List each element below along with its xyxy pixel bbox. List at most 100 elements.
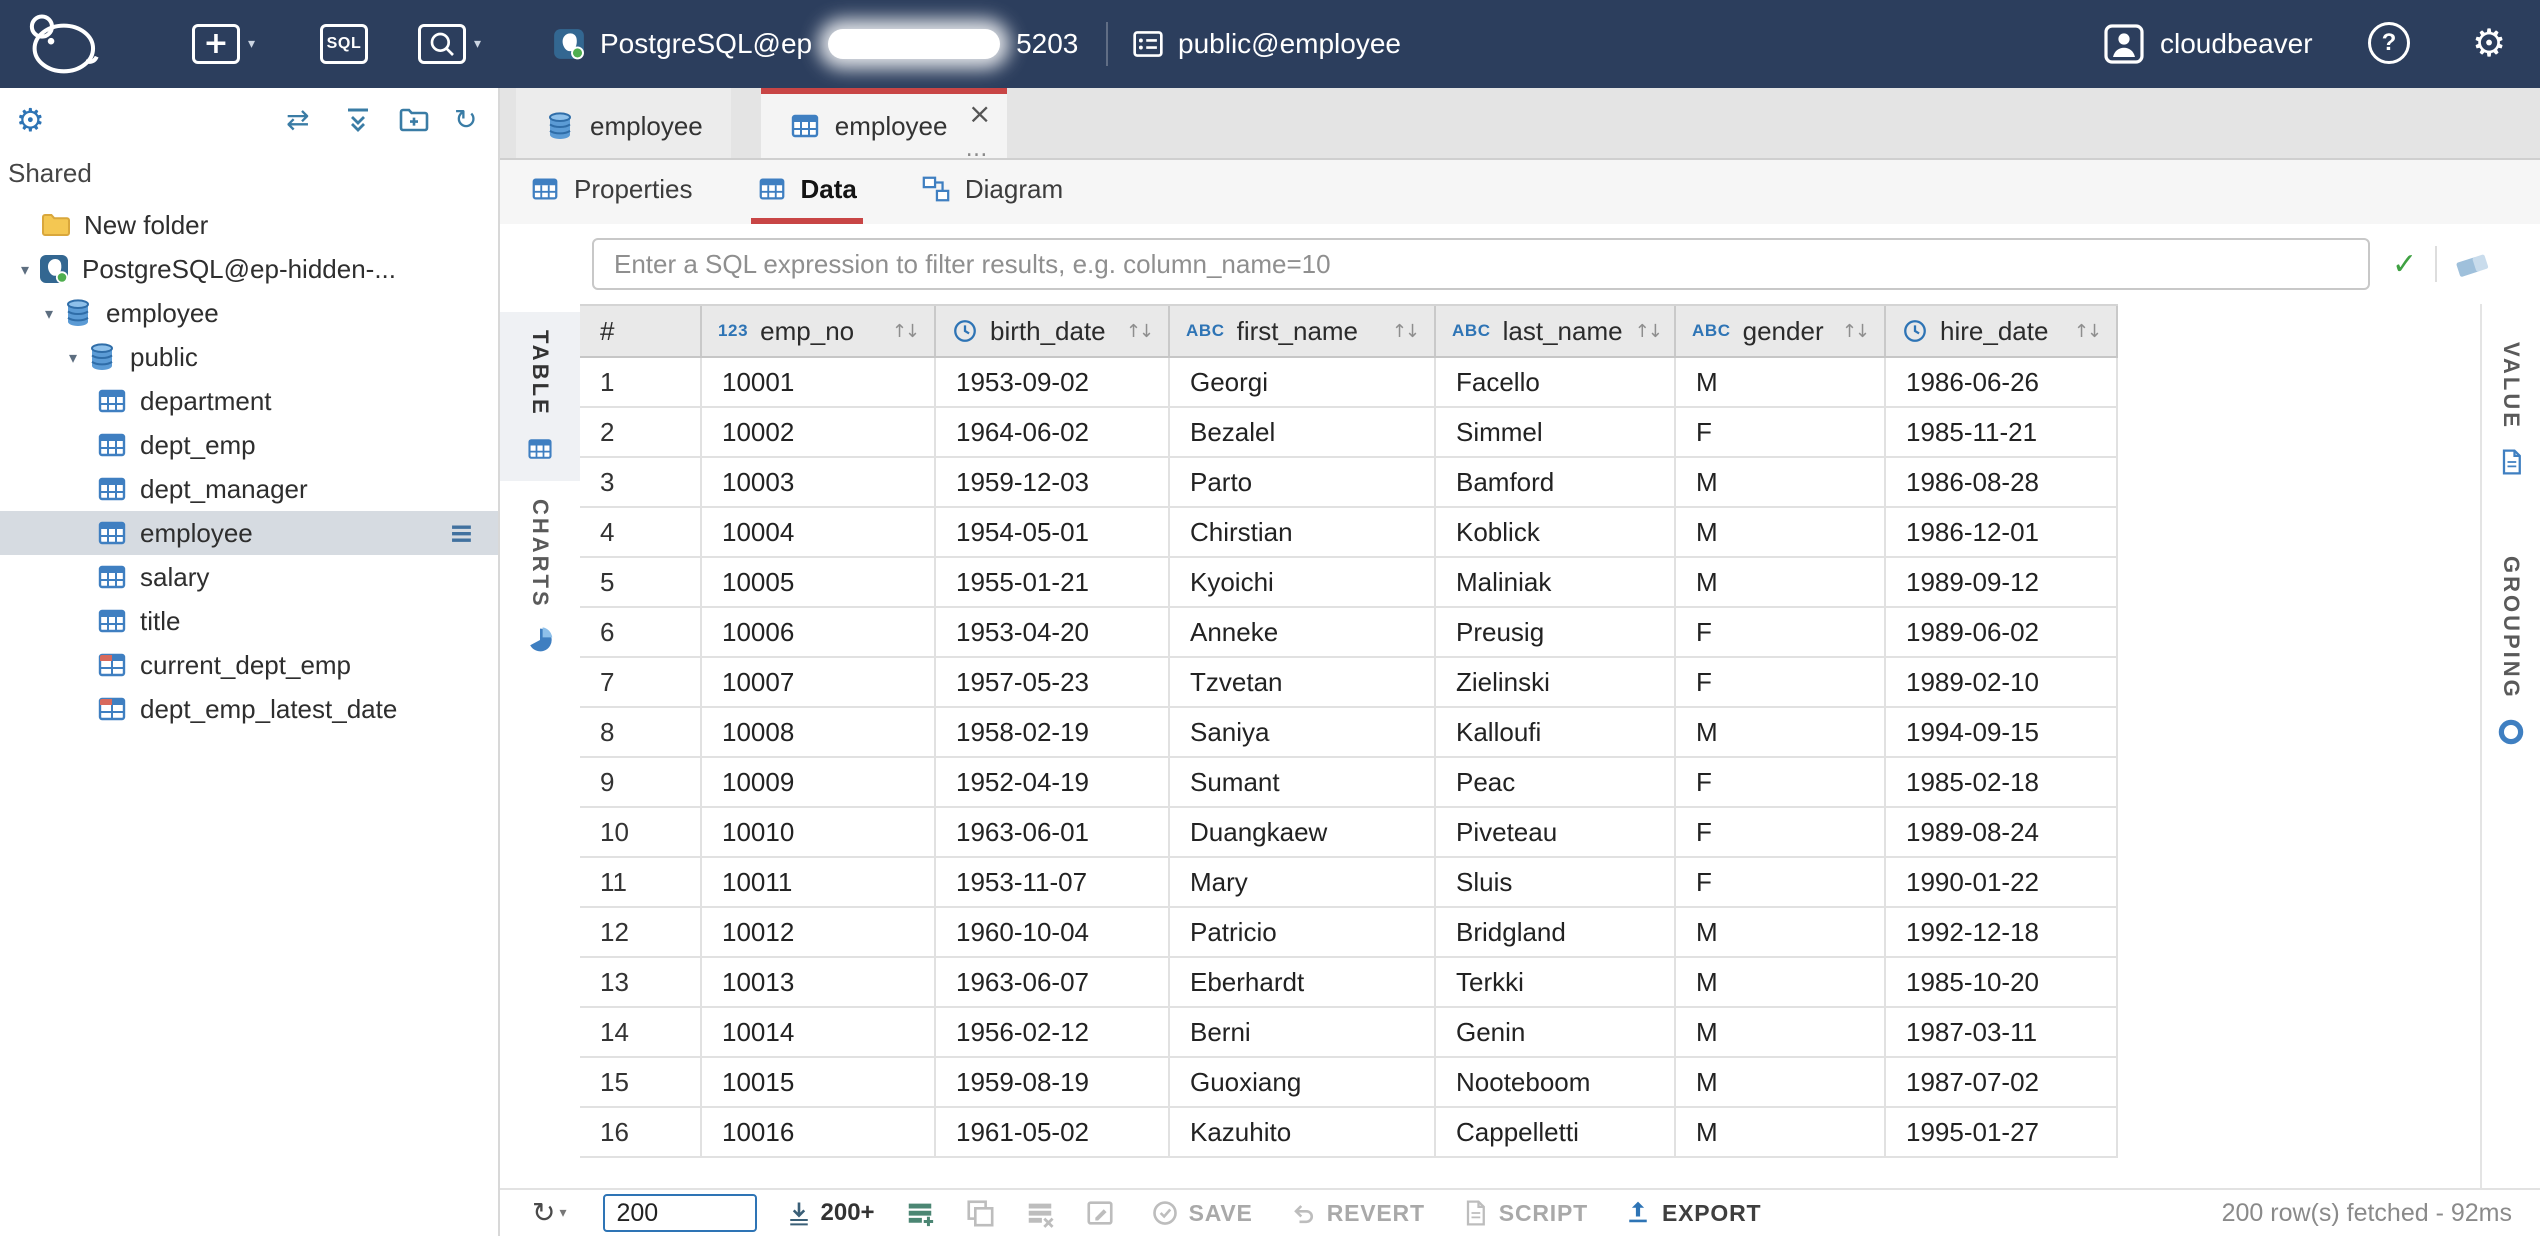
data-cell[interactable]: 1957-05-23 xyxy=(936,658,1170,708)
data-cell[interactable]: 10015 xyxy=(702,1058,936,1108)
data-cell[interactable]: Cappelletti xyxy=(1436,1108,1676,1158)
sort-icon[interactable]: ↑↓ xyxy=(2074,321,2100,342)
row-number-cell[interactable]: 1 xyxy=(580,358,702,408)
data-cell[interactable]: Anneke xyxy=(1170,608,1436,658)
presentation-tab-charts[interactable]: CHARTS xyxy=(500,481,580,673)
save-button[interactable]: SAVE xyxy=(1151,1199,1253,1227)
collapse-all-button[interactable] xyxy=(342,104,374,136)
data-cell[interactable]: Peac xyxy=(1436,758,1676,808)
data-cell[interactable]: Bridgland xyxy=(1436,908,1676,958)
data-cell[interactable]: Terkki xyxy=(1436,958,1676,1008)
data-cell[interactable]: M xyxy=(1676,1008,1886,1058)
tree-item-view-dept-emp-latest-date[interactable]: dept_emp_latest_date xyxy=(0,687,498,731)
chevron-down-icon[interactable]: ▾ xyxy=(36,304,62,323)
data-cell[interactable]: 1990-01-22 xyxy=(1886,858,2118,908)
tree-item-connection-postgresql[interactable]: ▾ PostgreSQL@ep-hidden-... xyxy=(0,247,498,291)
row-number-cell[interactable]: 9 xyxy=(580,758,702,808)
tree-item-table-department[interactable]: department xyxy=(0,379,498,423)
data-cell[interactable]: M xyxy=(1676,508,1886,558)
column-header-last-name[interactable]: ABC last_name ↑↓ xyxy=(1436,306,1676,356)
tree-item-table-dept-manager[interactable]: dept_manager xyxy=(0,467,498,511)
data-cell[interactable]: Zielinski xyxy=(1436,658,1676,708)
data-cell[interactable]: 1986-12-01 xyxy=(1886,508,2118,558)
delete-row-button[interactable] xyxy=(1025,1198,1055,1228)
data-cell[interactable]: F xyxy=(1676,858,1886,908)
data-cell[interactable]: Maliniak xyxy=(1436,558,1676,608)
column-header-gender[interactable]: ABC gender ↑↓ xyxy=(1676,306,1886,356)
data-cell[interactable]: 10012 xyxy=(702,908,936,958)
data-cell[interactable]: 1956-02-12 xyxy=(936,1008,1170,1058)
close-icon[interactable]: × xyxy=(968,102,991,126)
refresh-tree-button[interactable]: ↻ xyxy=(454,104,477,136)
data-cell[interactable]: Mary xyxy=(1170,858,1436,908)
sort-icon[interactable]: ↑↓ xyxy=(892,321,918,342)
row-number-cell[interactable]: 2 xyxy=(580,408,702,458)
panel-tab-value[interactable]: VALUE xyxy=(2482,324,2540,494)
row-number-cell[interactable]: 12 xyxy=(580,908,702,958)
row-number-cell[interactable]: 16 xyxy=(580,1108,702,1158)
tab-diagram[interactable]: Diagram xyxy=(915,160,1069,224)
tree-item-table-employee[interactable]: employee ≡ xyxy=(0,511,498,555)
user-menu[interactable]: cloudbeaver xyxy=(2104,24,2313,64)
column-header-emp-no[interactable]: 123 emp_no ↑↓ xyxy=(702,306,936,356)
tree-item-table-title[interactable]: title xyxy=(0,599,498,643)
data-cell[interactable]: 10013 xyxy=(702,958,936,1008)
data-cell[interactable]: M xyxy=(1676,708,1886,758)
panel-tab-grouping[interactable]: GROUPING xyxy=(2482,538,2540,764)
data-cell[interactable]: M xyxy=(1676,908,1886,958)
data-cell[interactable]: 10007 xyxy=(702,658,936,708)
data-cell[interactable]: 1963-06-07 xyxy=(936,958,1170,1008)
column-header-birth-date[interactable]: birth_date ↑↓ xyxy=(936,306,1170,356)
tree-item-table-salary[interactable]: salary xyxy=(0,555,498,599)
chevron-down-icon[interactable]: ▾ xyxy=(559,1205,566,1221)
data-cell[interactable]: 1952-04-19 xyxy=(936,758,1170,808)
row-limit-input[interactable] xyxy=(603,1194,757,1232)
refresh-button[interactable]: ↻ xyxy=(532,1199,555,1227)
data-cell[interactable]: 1989-08-24 xyxy=(1886,808,2118,858)
data-cell[interactable]: 10011 xyxy=(702,858,936,908)
data-cell[interactable]: F xyxy=(1676,808,1886,858)
row-number-cell[interactable]: 4 xyxy=(580,508,702,558)
data-cell[interactable]: 1953-09-02 xyxy=(936,358,1170,408)
presentation-tab-table[interactable]: TABLE xyxy=(500,312,580,481)
data-cell[interactable]: 1985-02-18 xyxy=(1886,758,2118,808)
tab-menu-dots-icon[interactable]: … xyxy=(965,137,989,162)
sql-filter-input[interactable] xyxy=(594,240,2368,288)
data-cell[interactable]: Genin xyxy=(1436,1008,1676,1058)
data-cell[interactable]: F xyxy=(1676,608,1886,658)
row-number-cell[interactable]: 14 xyxy=(580,1008,702,1058)
data-cell[interactable]: Eberhardt xyxy=(1170,958,1436,1008)
navigator-settings-gear-button[interactable]: ⚙ xyxy=(16,100,45,140)
sort-icon[interactable]: ↑↓ xyxy=(1392,321,1418,342)
data-cell[interactable]: Berni xyxy=(1170,1008,1436,1058)
data-cell[interactable]: 10010 xyxy=(702,808,936,858)
data-cell[interactable]: M xyxy=(1676,558,1886,608)
data-cell[interactable]: F xyxy=(1676,758,1886,808)
data-cell[interactable]: Simmel xyxy=(1436,408,1676,458)
row-number-cell[interactable]: 3 xyxy=(580,458,702,508)
sort-icon[interactable]: ↑↓ xyxy=(1635,321,1661,342)
tree-item-schema-public[interactable]: ▾ public xyxy=(0,335,498,379)
data-cell[interactable]: 1961-05-02 xyxy=(936,1108,1170,1158)
apply-filter-button[interactable]: ✓ xyxy=(2392,247,2417,282)
data-cell[interactable]: 10005 xyxy=(702,558,936,608)
data-cell[interactable]: 10014 xyxy=(702,1008,936,1058)
tree-item-view-current-dept-emp[interactable]: current_dept_emp xyxy=(0,643,498,687)
data-cell[interactable]: 10004 xyxy=(702,508,936,558)
data-cell[interactable]: 1953-11-07 xyxy=(936,858,1170,908)
column-header-rownum[interactable]: # xyxy=(580,306,702,356)
data-cell[interactable]: M xyxy=(1676,358,1886,408)
data-cell[interactable]: Kyoichi xyxy=(1170,558,1436,608)
row-number-cell[interactable]: 13 xyxy=(580,958,702,1008)
search-objects-button[interactable] xyxy=(418,24,466,64)
data-cell[interactable]: 10009 xyxy=(702,758,936,808)
data-cell[interactable]: 1959-12-03 xyxy=(936,458,1170,508)
data-cell[interactable]: 1955-01-21 xyxy=(936,558,1170,608)
data-cell[interactable]: 10008 xyxy=(702,708,936,758)
chevron-down-icon[interactable]: ▾ xyxy=(12,260,38,279)
data-cell[interactable]: M xyxy=(1676,1108,1886,1158)
data-cell[interactable]: M xyxy=(1676,1058,1886,1108)
data-cell[interactable]: 1994-09-15 xyxy=(1886,708,2118,758)
sort-icon[interactable]: ↑↓ xyxy=(1842,321,1868,342)
data-cell[interactable]: Chirstian xyxy=(1170,508,1436,558)
